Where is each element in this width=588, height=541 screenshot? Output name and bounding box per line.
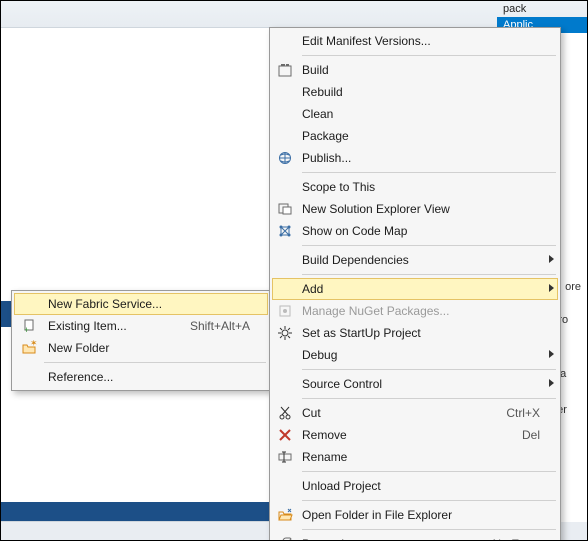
menuitem-remove[interactable]: Remove Del <box>272 424 558 446</box>
project-context-menu: Edit Manifest Versions... Build Rebuild Cle… <box>269 27 561 541</box>
menuitem-label: Add <box>302 282 540 296</box>
menuitem-label: New Solution Explorer View <box>302 202 540 216</box>
menu-separator <box>302 274 556 275</box>
menu-separator <box>302 500 556 501</box>
menuitem-publish[interactable]: Publish... <box>272 147 558 169</box>
chevron-right-icon <box>549 350 554 358</box>
menuitem-label: Existing Item... <box>48 319 174 333</box>
chevron-right-icon <box>549 284 554 292</box>
menuitem-new_view[interactable]: New Solution Explorer View <box>272 198 558 220</box>
menuitem-label: Set as StartUp Project <box>302 326 540 340</box>
menuitem-debug[interactable]: Debug <box>272 344 558 366</box>
blank-icon <box>276 105 294 123</box>
menuitem-label: Open Folder in File Explorer <box>302 508 540 522</box>
menuitem-open_folder[interactable]: Open Folder in File Explorer <box>272 504 558 526</box>
menu-separator <box>302 172 556 173</box>
menuitem-edit_manifest[interactable]: Edit Manifest Versions... <box>272 30 558 52</box>
menuitem-label: Rebuild <box>302 85 540 99</box>
menuitem-label: Cut <box>302 406 490 420</box>
menuitem-source_control[interactable]: Source Control <box>272 373 558 395</box>
menuitem-label: Source Control <box>302 377 540 391</box>
nuget-icon <box>276 302 294 320</box>
gear-icon <box>276 324 294 342</box>
menuitem-label: Package <box>302 129 540 143</box>
menuitem-shortcut: Shift+Alt+A <box>190 319 250 333</box>
menuitem-label: New Fabric Service... <box>48 297 250 311</box>
menuitem-label: Show on Code Map <box>302 224 540 238</box>
menuitem-codemap[interactable]: Show on Code Map <box>272 220 558 242</box>
svg-text:✶: ✶ <box>30 340 37 348</box>
menuitem-label: Rename <box>302 450 540 464</box>
menu-separator <box>302 55 556 56</box>
menuitem-shortcut: Ctrl+X <box>506 406 540 420</box>
blank-icon <box>276 83 294 101</box>
remove-icon <box>276 426 294 444</box>
menuitem-label: Debug <box>302 348 540 362</box>
menuitem-properties[interactable]: Properties Alt+Enter <box>272 533 558 541</box>
menu-separator <box>302 471 556 472</box>
menuitem-reference[interactable]: Reference... <box>14 366 268 388</box>
blank-icon <box>20 368 38 386</box>
menuitem-shortcut: Del <box>522 428 540 442</box>
menuitem-label: Build <box>302 63 540 77</box>
menuitem-label: Clean <box>302 107 540 121</box>
menu-separator <box>302 245 556 246</box>
menuitem-build_deps[interactable]: Build Dependencies <box>272 249 558 271</box>
menuitem-label: Edit Manifest Versions... <box>302 34 540 48</box>
blank-icon <box>276 127 294 145</box>
chevron-right-icon <box>549 255 554 263</box>
menuitem-label: Manage NuGet Packages... <box>302 304 540 318</box>
menuitem-label: Reference... <box>48 370 250 384</box>
open-folder-icon <box>276 506 294 524</box>
menuitem-new_folder[interactable]: ✶ New Folder <box>14 337 268 359</box>
blank-icon <box>276 375 294 393</box>
menuitem-label: New Folder <box>48 341 250 355</box>
menu-separator <box>44 362 266 363</box>
build-icon <box>276 61 294 79</box>
menuitem-rename[interactable]: Rename <box>272 446 558 468</box>
menu-separator <box>302 529 556 530</box>
properties-icon <box>276 535 294 541</box>
publish-icon <box>276 149 294 167</box>
menuitem-unload[interactable]: Unload Project <box>272 475 558 497</box>
menuitem-label: Build Dependencies <box>302 253 540 267</box>
menuitem-label: Scope to This <box>302 180 540 194</box>
chevron-right-icon <box>549 379 554 387</box>
menuitem-clean[interactable]: Clean <box>272 103 558 125</box>
blank-icon <box>276 32 294 50</box>
cut-icon <box>276 404 294 422</box>
menuitem-label: Publish... <box>302 151 540 165</box>
menuitem-label: Remove <box>302 428 506 442</box>
codemap-icon <box>276 222 294 240</box>
new-folder-icon: ✶ <box>20 339 38 357</box>
menuitem-label: Unload Project <box>302 479 540 493</box>
menuitem-label: Properties <box>302 537 474 541</box>
menuitem-cut[interactable]: Cut Ctrl+X <box>272 402 558 424</box>
blank-icon <box>276 477 294 495</box>
blank-icon <box>20 295 38 313</box>
menuitem-shortcut: Alt+Enter <box>490 537 540 541</box>
blank-icon <box>276 280 294 298</box>
blank-icon <box>276 178 294 196</box>
menuitem-nuget: Manage NuGet Packages... <box>272 300 558 322</box>
blank-icon <box>276 346 294 364</box>
menu-separator <box>302 369 556 370</box>
menuitem-new_fabric_service[interactable]: New Fabric Service... <box>14 293 268 315</box>
rename-icon <box>276 448 294 466</box>
svg-text:+: + <box>24 325 29 334</box>
menuitem-startup[interactable]: Set as StartUp Project <box>272 322 558 344</box>
existing-item-icon: + <box>20 317 38 335</box>
add-submenu: New Fabric Service... + Existing Item... Sh… <box>11 290 271 391</box>
menuitem-existing_item[interactable]: + Existing Item... Shift+Alt+A <box>14 315 268 337</box>
menuitem-scope[interactable]: Scope to This <box>272 176 558 198</box>
new-view-icon <box>276 200 294 218</box>
menu-separator <box>302 398 556 399</box>
menuitem-package[interactable]: Package <box>272 125 558 147</box>
menuitem-add[interactable]: Add <box>272 278 558 300</box>
tree-fragment: pack <box>497 1 587 17</box>
menuitem-build[interactable]: Build <box>272 59 558 81</box>
blank-icon <box>276 251 294 269</box>
menuitem-rebuild[interactable]: Rebuild <box>272 81 558 103</box>
bg-text-ore: ore <box>565 281 587 293</box>
